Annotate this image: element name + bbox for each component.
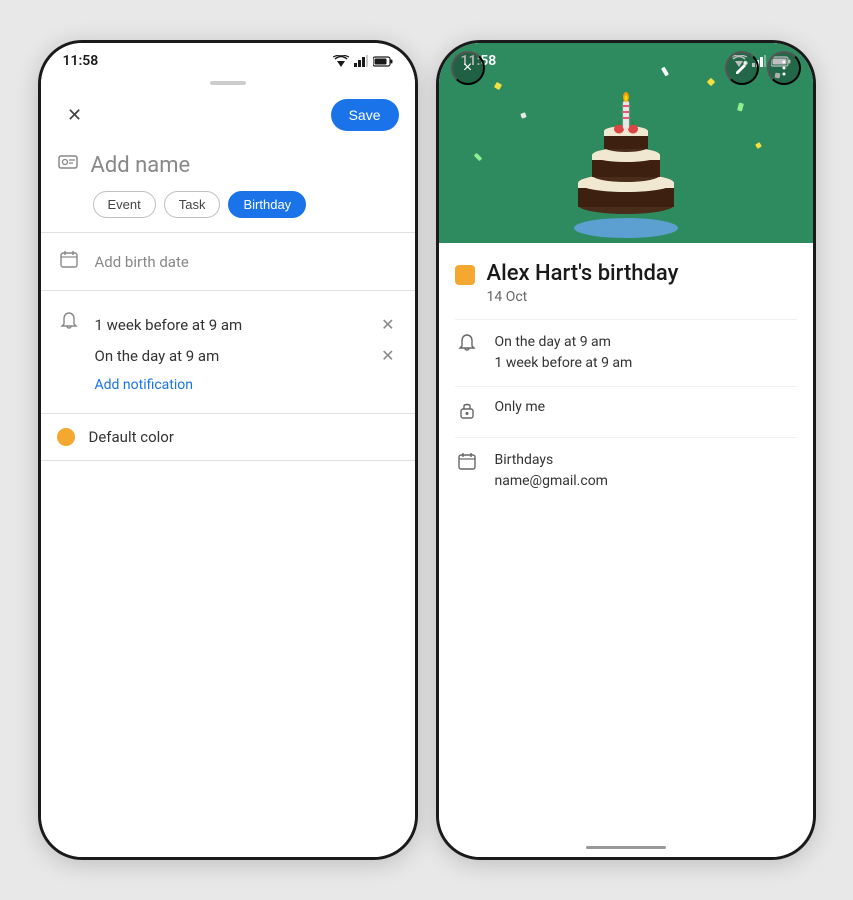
detail-close-button[interactable]: × [451, 51, 485, 85]
notif-close-2[interactable]: ✕ [377, 344, 398, 367]
calendar-detail-row: Birthdays name@gmail.com [455, 437, 797, 504]
notification-detail-row: On the day at 9 am 1 week before at 9 am [455, 319, 797, 386]
add-notification-btn[interactable]: Add notification [95, 371, 399, 395]
event-date: 14 Oct [487, 289, 679, 305]
more-button[interactable] [767, 51, 801, 85]
detail-bell-icon [455, 333, 479, 358]
notif-item-1: 1 week before at 9 am ✕ [95, 309, 399, 340]
calendar-text: Birthdays name@gmail.com [495, 450, 797, 492]
event-color-indicator [455, 265, 475, 285]
scene: 11:58 ✕ Save [18, 20, 836, 880]
event-title: Alex Hart's birthday [487, 261, 679, 287]
bell-icon [57, 309, 81, 336]
drag-handle [41, 75, 415, 89]
color-row[interactable]: Default color [41, 414, 415, 460]
type-selector: Event Task Birthday [41, 191, 415, 232]
notif-close-1[interactable]: ✕ [377, 313, 398, 336]
privacy-detail-row: Only me [455, 386, 797, 437]
confetti-6 [755, 142, 762, 149]
left-status-bar: 11:58 [41, 43, 415, 75]
calendar-icon [57, 249, 81, 274]
notification-detail-text: On the day at 9 am 1 week before at 9 am [495, 332, 797, 374]
lock-icon [455, 400, 479, 425]
hero-background: 11:58 [439, 43, 813, 243]
privacy-label: Only me [495, 399, 797, 415]
cake-image [541, 73, 711, 243]
hero-bar: × [439, 43, 813, 93]
left-status-icons [333, 55, 393, 67]
calendar-email: name@gmail.com [495, 471, 797, 492]
event-title-section: Alex Hart's birthday 14 Oct [455, 243, 797, 319]
confetti-7 [474, 153, 482, 161]
nameplate-icon [57, 151, 79, 179]
event-title-text: Alex Hart's birthday 14 Oct [487, 261, 679, 305]
name-placeholder: Add name [91, 153, 191, 178]
bottom-bar [586, 846, 666, 849]
wifi-icon [333, 55, 349, 67]
edit-button[interactable] [725, 51, 759, 85]
hero-image: 11:58 [439, 43, 813, 243]
signal-icon [354, 55, 368, 67]
left-phone: 11:58 ✕ Save [38, 40, 418, 860]
left-time: 11:58 [63, 53, 99, 69]
calendar-name: Birthdays [495, 450, 797, 471]
hero-actions [725, 51, 801, 85]
notification-row: 1 week before at 9 am ✕ On the day at 9 … [41, 301, 415, 403]
right-phone: 11:58 [436, 40, 816, 860]
notif-text-1: 1 week before at 9 am [95, 316, 243, 334]
battery-icon [373, 56, 393, 67]
name-field[interactable]: Add name [41, 141, 415, 191]
privacy-text: Only me [495, 399, 797, 415]
confetti-4 [737, 102, 744, 111]
notification-items: 1 week before at 9 am ✕ On the day at 9 … [95, 309, 399, 395]
color-dot [57, 428, 75, 446]
left-top-bar: ✕ Save [41, 89, 415, 141]
chip-task[interactable]: Task [164, 191, 221, 218]
chip-event[interactable]: Event [93, 191, 156, 218]
bottom-handle [439, 838, 813, 857]
date-field[interactable]: Add birth date [41, 233, 415, 290]
notif-detail-2: 1 week before at 9 am [495, 353, 797, 374]
notif-text-2: On the day at 9 am [95, 347, 220, 365]
chip-birthday[interactable]: Birthday [228, 191, 306, 218]
notif-item-2: On the day at 9 am ✕ [95, 340, 399, 371]
notification-section: 1 week before at 9 am ✕ On the day at 9 … [41, 291, 415, 413]
color-label: Default color [89, 428, 174, 446]
date-placeholder: Add birth date [95, 253, 189, 271]
close-button[interactable]: ✕ [57, 97, 93, 133]
detail-calendar-icon [455, 451, 479, 476]
confetti-2 [520, 112, 526, 118]
save-button[interactable]: Save [331, 99, 399, 131]
detail-content: Alex Hart's birthday 14 Oct On the day a… [439, 243, 813, 838]
notif-detail-1: On the day at 9 am [495, 332, 797, 353]
